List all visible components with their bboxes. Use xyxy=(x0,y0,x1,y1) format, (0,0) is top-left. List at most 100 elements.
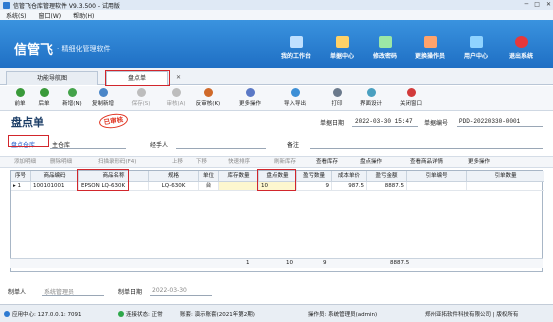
col-spec[interactable]: 规格 xyxy=(149,171,199,182)
row-seq: ▸ 1 xyxy=(11,182,31,191)
operator-status: 操作员: 系统管理员(admin) xyxy=(308,312,378,318)
col-ref-no[interactable]: 引单编号 xyxy=(407,171,467,182)
close-tab-icon[interactable]: ✕ xyxy=(176,74,181,81)
cell-stock-qty[interactable] xyxy=(219,182,259,191)
unapprove-icon xyxy=(203,88,213,97)
window-title: 信管飞仓库管理软件 V9.3.500 - 试用版 xyxy=(13,2,120,10)
doc-date-label: 单据日期 xyxy=(320,120,345,127)
document-center-button[interactable]: 单据中心 xyxy=(318,36,366,60)
key-icon xyxy=(378,36,392,48)
date-underline xyxy=(352,126,418,127)
quick-sort-button[interactable]: 快速排序 xyxy=(228,157,250,165)
cell-ref-no[interactable] xyxy=(407,182,467,191)
change-password-button[interactable]: 修改密码 xyxy=(361,36,409,60)
more-ops-button[interactable]: 更多操作 xyxy=(236,88,264,107)
logo-name: 信管飞 xyxy=(14,43,54,58)
make-date-underline xyxy=(150,295,212,296)
design-icon xyxy=(366,88,376,97)
make-date-field: 2022-03-30 xyxy=(152,287,187,294)
make-date-label: 制单日期 xyxy=(118,289,143,296)
save-button[interactable]: 保存(S) xyxy=(127,88,155,107)
col-unit[interactable]: 单位 xyxy=(199,171,219,182)
col-code[interactable]: 商品编码 xyxy=(31,171,79,182)
my-workbench-button[interactable]: 我的工作台 xyxy=(272,36,320,60)
cell-code[interactable]: 100101001 xyxy=(31,182,79,191)
menu-window[interactable]: 窗口(W) xyxy=(39,11,62,20)
server-icon xyxy=(4,311,10,317)
more-ops-icon xyxy=(245,88,255,97)
sum-count: 10 xyxy=(286,260,293,266)
unapprove-button[interactable]: 反审核(K) xyxy=(194,88,222,107)
logo-slogan: · 精细化管理软件 xyxy=(57,44,111,53)
import-export-icon xyxy=(290,88,300,97)
refresh-stock-button[interactable]: 刷新库存 xyxy=(274,157,296,165)
maker-underline xyxy=(42,295,104,296)
view-stock-button[interactable]: 查看库存 xyxy=(316,157,338,165)
highlight-product-name xyxy=(77,169,129,191)
cell-unit-cost[interactable]: 987.5 xyxy=(332,182,367,191)
col-ref-qty[interactable]: 引单数量 xyxy=(467,171,544,182)
remark-label: 备注 xyxy=(287,142,300,149)
maker-label: 制单人 xyxy=(8,289,27,296)
ui-design-button[interactable]: 界面设计 xyxy=(357,88,385,107)
minimize-button[interactable]: ─ xyxy=(525,1,529,8)
server-status: 应用中心: 127.0.0.1: 7091 xyxy=(4,310,81,318)
users-icon xyxy=(469,36,483,48)
col-stock-qty[interactable]: 库存数量 xyxy=(219,171,259,182)
scan-barcode-button[interactable]: 扫描录形码(F4) xyxy=(98,157,136,165)
switch-operator-button[interactable]: 更换操作员 xyxy=(406,36,454,60)
menu-help[interactable]: 帮助(H) xyxy=(73,11,94,20)
user-switch-icon xyxy=(423,36,437,48)
brand-logo: 信管飞 · 精细化管理软件 xyxy=(14,39,110,58)
stocktake-ops-button[interactable]: 盘点操作 xyxy=(360,157,382,165)
sum-diff: 9 xyxy=(323,260,327,266)
tab-navigation[interactable]: 功能导航图 xyxy=(6,71,98,85)
doc-date-field[interactable]: 2022-03-30 15:47 xyxy=(355,118,413,125)
copy-new-button[interactable]: 复制新增 xyxy=(89,88,117,107)
handler-label: 经手人 xyxy=(150,142,169,149)
title-bar: 信管飞仓库管理软件 V9.3.500 - 试用版 ─ □ ✕ xyxy=(0,0,553,10)
doc-number-field[interactable]: PDD-20220330-0001 xyxy=(459,118,520,125)
print-button[interactable]: 打印 xyxy=(323,88,351,107)
exit-system-button[interactable]: 退出系统 xyxy=(497,36,545,60)
cell-spec[interactable]: LQ-630K xyxy=(149,182,199,191)
close-app-button[interactable]: ✕ xyxy=(546,1,551,8)
move-down-button[interactable]: 下移 xyxy=(196,157,207,165)
documents-icon xyxy=(335,36,349,48)
delete-line-button[interactable]: 删除明细 xyxy=(50,157,72,165)
highlight-tab xyxy=(105,70,170,86)
approve-icon xyxy=(171,88,181,97)
cell-diff-qty[interactable]: 9 xyxy=(297,182,332,191)
power-icon xyxy=(514,36,528,48)
close-window-button[interactable]: 关闭窗口 xyxy=(397,88,425,107)
arrow-right-icon xyxy=(39,88,49,97)
col-unit-cost[interactable]: 成本单价 xyxy=(332,171,367,182)
copy-icon xyxy=(98,88,108,97)
save-icon xyxy=(136,88,146,97)
user-center-button[interactable]: 用户中心 xyxy=(452,36,500,60)
maximize-button[interactable]: □ xyxy=(534,1,540,8)
monitor-icon xyxy=(289,36,303,48)
product-detail-button[interactable]: 查看商品详情 xyxy=(410,157,443,165)
col-diff-amount[interactable]: 盈亏金额 xyxy=(367,171,407,182)
add-icon xyxy=(67,88,77,97)
close-window-icon xyxy=(406,88,416,97)
import-export-button[interactable]: 导入导出 xyxy=(281,88,309,107)
sum-stock: 1 xyxy=(246,260,250,266)
col-seq[interactable]: 序号 xyxy=(11,171,31,182)
grid-more-ops-button[interactable]: 更多操作 xyxy=(468,157,490,165)
next-doc-button[interactable]: 后单 xyxy=(30,88,58,107)
menu-system[interactable]: 系统(S) xyxy=(6,11,27,20)
row-marker: ▸ xyxy=(13,183,16,189)
approve-button[interactable]: 审核(A) xyxy=(162,88,190,107)
doc-number-label: 单据编号 xyxy=(424,120,449,127)
cell-diff-amount[interactable]: 8887.5 xyxy=(367,182,407,191)
move-up-button[interactable]: 上移 xyxy=(172,157,183,165)
connection-status: 连接状态: 正常 xyxy=(118,310,163,318)
page-title: 盘点单 xyxy=(11,116,44,129)
cell-ref-qty[interactable] xyxy=(467,182,544,191)
new-button[interactable]: 新增(N) xyxy=(58,88,86,107)
col-diff-qty[interactable]: 盈亏数量 xyxy=(297,171,332,182)
add-line-button[interactable]: 添加明细 xyxy=(14,157,36,165)
cell-unit[interactable]: 台 xyxy=(199,182,219,191)
